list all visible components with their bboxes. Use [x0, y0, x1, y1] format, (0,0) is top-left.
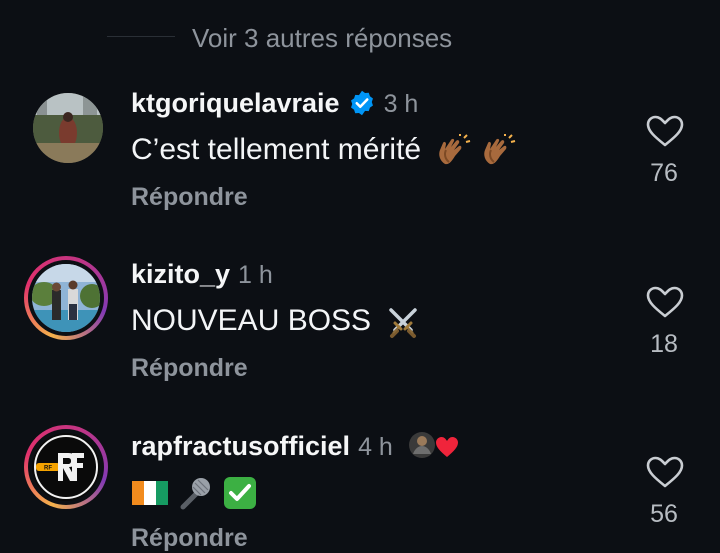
- avatar-photo: RF: [32, 433, 100, 501]
- username[interactable]: ktgoriquelavraie 3 h: [131, 87, 418, 120]
- comment-time: 1 h: [238, 261, 273, 289]
- microphone-emoji: [180, 478, 211, 510]
- like-count: 56: [650, 500, 678, 528]
- like-count: 18: [650, 330, 678, 358]
- comment-time: 3 h: [383, 90, 419, 118]
- reply-button[interactable]: Répondre: [131, 353, 248, 383]
- avatar-photo: [32, 264, 100, 332]
- heart-icon[interactable]: [645, 114, 685, 148]
- crossed-swords-emoji: [389, 308, 418, 339]
- check-mark-emoji: [223, 477, 256, 510]
- reply-button[interactable]: Répondre: [131, 182, 248, 212]
- clapping-hands-emoji: [484, 134, 516, 165]
- avatar-photo: [33, 93, 103, 163]
- comment-text: [131, 474, 258, 511]
- comment-text: C’est tellement mérité: [131, 132, 516, 168]
- view-more-replies-label[interactable]: Voir 3 autres réponses: [192, 22, 452, 54]
- comment-text: NOUVEAU BOSS: [131, 303, 421, 340]
- avatar-logo-text: RF: [44, 466, 52, 472]
- like-count: 76: [650, 159, 678, 187]
- avatar[interactable]: [33, 93, 103, 163]
- clapping-hands-emoji: [439, 134, 471, 165]
- avatar[interactable]: RF: [24, 425, 108, 509]
- username-text[interactable]: ktgoriquelavraie: [131, 88, 340, 118]
- verified-badge-icon: [350, 90, 373, 116]
- username[interactable]: rapfractusofficiel 4 h: [131, 428, 460, 463]
- username[interactable]: kizito_y 1 h: [131, 258, 273, 291]
- comment-text-content: C’est tellement mérité: [131, 133, 422, 166]
- comment-time: 4 h: [358, 433, 393, 461]
- heart-icon[interactable]: [645, 285, 685, 319]
- view-more-replies[interactable]: Voir 3 autres réponses: [0, 22, 720, 54]
- red-heart-emoji: [436, 437, 459, 457]
- username-text[interactable]: rapfractusofficiel: [131, 431, 350, 461]
- thread-divider: [107, 36, 175, 37]
- username-text[interactable]: kizito_y: [131, 259, 230, 289]
- reply-button[interactable]: Répondre: [131, 523, 248, 553]
- avatar[interactable]: [24, 256, 108, 340]
- comment-text-content: NOUVEAU BOSS: [131, 304, 372, 337]
- ivory-coast-flag-emoji: [132, 481, 168, 506]
- heart-icon[interactable]: [645, 455, 685, 489]
